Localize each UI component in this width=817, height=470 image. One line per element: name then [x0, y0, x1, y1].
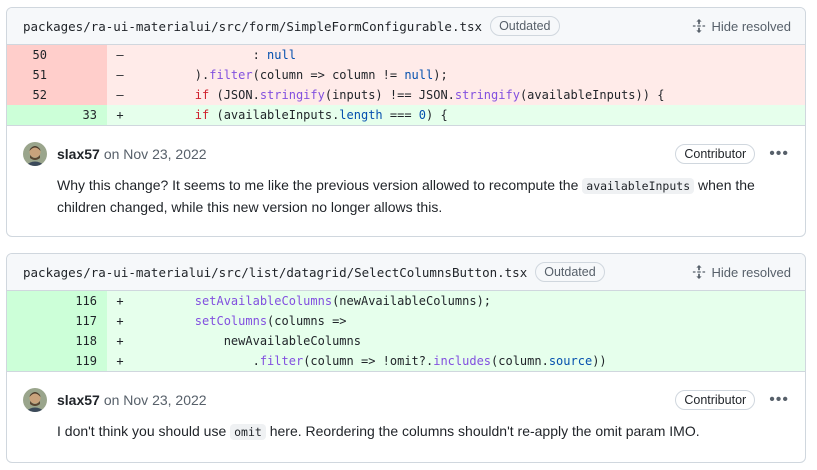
- diff-line: 52 – if (JSON.stringify(inputs) !== JSON…: [7, 85, 805, 105]
- comment-header: slax57 on Nov 23, 2022 Contributor •••: [23, 388, 789, 412]
- review-thread: packages/ra-ui-materialui/src/list/datag…: [6, 253, 806, 463]
- code-line: .filter(column => !omit?.includes(column…: [137, 354, 607, 368]
- diff-line: 118 + newAvailableColumns: [7, 331, 805, 351]
- diff-sign: –: [116, 88, 124, 102]
- diff-line: 33 + if (availableInputs.length === 0) {: [7, 105, 805, 125]
- diff-hunk: 50 – : null 51 – ).filter(column => colu…: [7, 45, 805, 125]
- new-line-number[interactable]: 116: [57, 291, 107, 311]
- diff-line: 119 + .filter(column => !omit?.includes(…: [7, 351, 805, 371]
- code-line: setAvailableColumns(newAvailableColumns)…: [194, 294, 492, 308]
- review-thread: packages/ra-ui-materialui/src/form/Simpl…: [6, 7, 806, 237]
- fold-icon: [692, 19, 705, 33]
- old-line-number[interactable]: 52: [7, 85, 57, 105]
- outdated-badge: Outdated: [490, 16, 560, 36]
- comment-body: Why this change? It seems to me like the…: [57, 177, 755, 215]
- file-header: packages/ra-ui-materialui/src/list/datag…: [7, 254, 805, 291]
- new-line-number[interactable]: 117: [57, 311, 107, 331]
- hide-resolved-label: Hide resolved: [711, 264, 792, 280]
- diff-sign: +: [116, 314, 124, 328]
- diff-sign: +: [116, 108, 124, 122]
- comment-date[interactable]: on Nov 23, 2022: [104, 146, 207, 162]
- new-line-number[interactable]: [57, 45, 107, 65]
- review-comment: slax57 on Nov 23, 2022 Contributor ••• I…: [7, 371, 805, 443]
- diff-line: 117 + setColumns(columns =>: [7, 311, 805, 331]
- code-line: newAvailableColumns: [223, 334, 361, 348]
- inline-code: omit: [230, 424, 266, 440]
- new-line-number[interactable]: [57, 65, 107, 85]
- comment-date[interactable]: on Nov 23, 2022: [104, 392, 207, 408]
- diff-sign: +: [116, 294, 124, 308]
- old-line-number[interactable]: 50: [7, 45, 57, 65]
- code-line: if (JSON.stringify(inputs) !== JSON.stri…: [194, 88, 665, 102]
- file-path-link[interactable]: packages/ra-ui-materialui/src/list/datag…: [23, 265, 527, 280]
- diff-line: 116 + setAvailableColumns(newAvailableCo…: [7, 291, 805, 311]
- kebab-horizontal-icon[interactable]: •••: [769, 146, 789, 162]
- diff-sign: +: [116, 334, 124, 348]
- comment-header: slax57 on Nov 23, 2022 Contributor •••: [23, 142, 789, 166]
- old-line-number[interactable]: [7, 291, 57, 311]
- new-line-number[interactable]: 119: [57, 351, 107, 371]
- outdated-badge: Outdated: [535, 262, 605, 282]
- diff-line: 50 – : null: [7, 45, 805, 65]
- hide-resolved-label: Hide resolved: [711, 18, 792, 34]
- contributor-badge: Contributor: [675, 144, 756, 164]
- old-line-number[interactable]: [7, 351, 57, 371]
- new-line-number[interactable]: 33: [57, 105, 107, 125]
- hide-resolved-button[interactable]: Hide resolved: [692, 264, 792, 280]
- file-header: packages/ra-ui-materialui/src/form/Simpl…: [7, 8, 805, 45]
- diff-sign: –: [116, 48, 124, 62]
- old-line-number[interactable]: [7, 105, 57, 125]
- diff-hunk: 116 + setAvailableColumns(newAvailableCo…: [7, 291, 805, 371]
- diff-line: 51 – ).filter(column => column != null);: [7, 65, 805, 85]
- diff-sign: –: [116, 68, 124, 82]
- new-line-number[interactable]: [57, 85, 107, 105]
- review-comment: slax57 on Nov 23, 2022 Contributor ••• W…: [7, 125, 805, 218]
- code-line: setColumns(columns =>: [194, 314, 347, 328]
- inline-code: availableInputs: [582, 178, 695, 194]
- hide-resolved-button[interactable]: Hide resolved: [692, 18, 792, 34]
- code-line: if (availableInputs.length === 0) {: [194, 108, 448, 122]
- old-line-number[interactable]: 51: [7, 65, 57, 85]
- diff-sign: +: [116, 354, 124, 368]
- comment-body: I don't think you should use omit here. …: [57, 423, 700, 440]
- contributor-badge: Contributor: [675, 390, 756, 410]
- code-line: ).filter(column => column != null);: [194, 68, 448, 82]
- fold-icon: [692, 265, 705, 279]
- old-line-number[interactable]: [7, 311, 57, 331]
- new-line-number[interactable]: 118: [57, 331, 107, 351]
- file-path-link[interactable]: packages/ra-ui-materialui/src/form/Simpl…: [23, 19, 482, 34]
- comment-author[interactable]: slax57: [57, 392, 100, 408]
- old-line-number[interactable]: [7, 331, 57, 351]
- avatar[interactable]: [23, 142, 47, 166]
- kebab-horizontal-icon[interactable]: •••: [769, 392, 789, 408]
- avatar[interactable]: [23, 388, 47, 412]
- code-line: : null: [252, 48, 296, 62]
- comment-author[interactable]: slax57: [57, 146, 100, 162]
